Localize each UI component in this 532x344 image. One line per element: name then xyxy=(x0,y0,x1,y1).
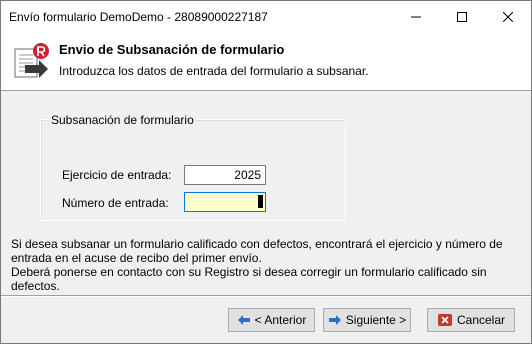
maximize-icon xyxy=(457,12,467,22)
wizard-header: Envio de Subsanación de formulario Intro… xyxy=(1,33,531,91)
form-export-icon xyxy=(14,43,49,78)
ejercicio-label: Ejercicio de entrada: xyxy=(62,168,172,182)
info-line-contact: Deberá ponerse en contacto con su Regist… xyxy=(11,265,487,293)
footer-separator xyxy=(1,295,531,297)
cancel-button-label: Cancelar xyxy=(456,313,506,327)
header-title: Envio de Subsanación de formulario xyxy=(59,42,285,57)
arrow-left-icon xyxy=(237,315,250,325)
header-subtitle: Introduzca los datos de entrada del form… xyxy=(59,64,369,78)
ejercicio-input[interactable]: 2025 xyxy=(184,165,266,185)
close-icon xyxy=(503,12,513,22)
maximize-button[interactable] xyxy=(439,1,485,33)
previous-button-label: < Anterior xyxy=(254,313,307,327)
next-button[interactable]: Siguiente > xyxy=(323,308,411,332)
arrow-right-icon xyxy=(328,315,341,325)
minimize-button[interactable] xyxy=(393,1,439,33)
groupbox-label: Subsanación de formulario xyxy=(49,113,196,127)
previous-button[interactable]: < Anterior xyxy=(228,308,315,332)
close-button[interactable] xyxy=(485,1,531,33)
title-bar[interactable]: Envío formulario DemoDemo - 280890002271… xyxy=(1,1,531,33)
window-title: Envío formulario DemoDemo - 280890002271… xyxy=(9,10,268,24)
cancel-icon xyxy=(437,314,452,326)
dialog-window: Envío formulario DemoDemo - 280890002271… xyxy=(0,0,532,344)
cancel-button[interactable]: Cancelar xyxy=(427,308,515,332)
info-text: Si desea subsanar un formulario califica… xyxy=(11,237,523,293)
minimize-icon xyxy=(411,16,421,18)
text-caret xyxy=(258,195,263,208)
numero-label: Número de entrada: xyxy=(62,196,169,210)
numero-input[interactable] xyxy=(184,192,266,212)
next-button-label: Siguiente > xyxy=(345,313,407,327)
info-line-defects: Si desea subsanar un formulario califica… xyxy=(11,237,503,265)
